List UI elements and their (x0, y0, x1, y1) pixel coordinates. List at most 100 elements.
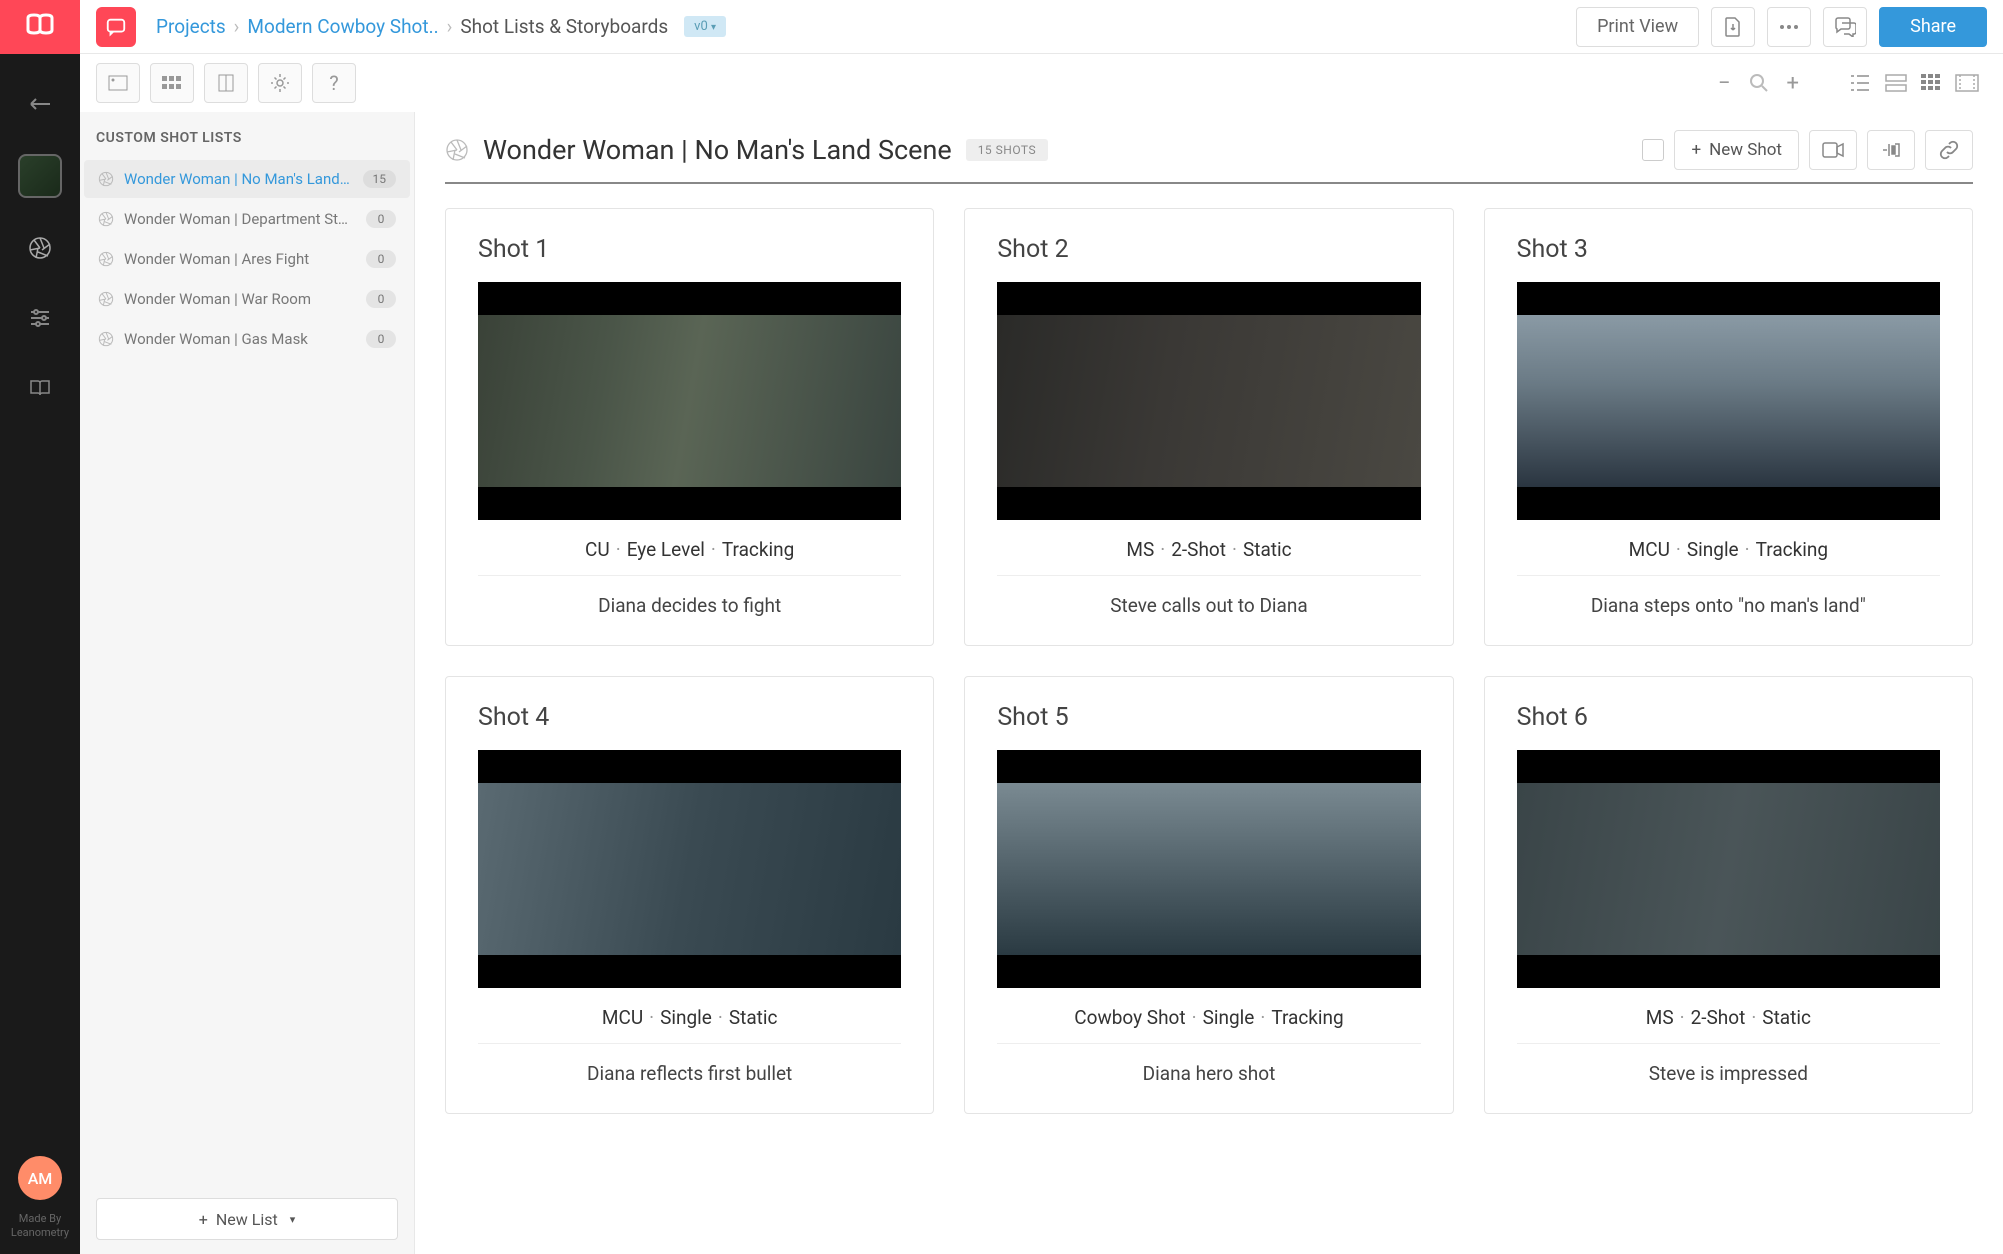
shot-thumbnail (1517, 750, 1940, 988)
sidebar-item-count: 15 (363, 170, 397, 188)
aperture-icon[interactable] (20, 228, 60, 268)
view-mode-controls (1849, 74, 1979, 92)
sidebar-item[interactable]: Wonder Woman | Ares Fight 0 (84, 240, 410, 278)
content: Wonder Woman | No Man's Land Scene 15 SH… (415, 112, 2003, 1254)
shot-description: Diana steps onto "no man's land" (1517, 576, 1940, 617)
link-icon[interactable] (1925, 130, 1973, 170)
sidebar-item-label: Wonder Woman | Department Store (124, 210, 356, 228)
back-arrow-icon[interactable] (20, 84, 60, 124)
grid-view-icon[interactable] (1921, 74, 1941, 92)
shot-description: Steve is impressed (1517, 1044, 1940, 1085)
insert-icon[interactable] (1867, 130, 1915, 170)
aperture-icon (98, 211, 114, 227)
zoom-in-icon[interactable]: + (1787, 71, 1799, 96)
aperture-icon (445, 138, 469, 162)
shot-thumbnail (997, 282, 1420, 520)
shot-meta: MCU·Single·Static (478, 988, 901, 1044)
shot-card[interactable]: Shot 3 MCU·Single·Tracking Diana steps o… (1484, 208, 1973, 646)
chevron-right-icon: › (234, 15, 240, 38)
aperture-icon (98, 251, 114, 267)
columns-icon[interactable] (204, 63, 248, 103)
shot-meta: MS·2-Shot·Static (1517, 988, 1940, 1044)
sidebar-item-label: Wonder Woman | Gas Mask (124, 330, 356, 348)
gear-icon[interactable] (258, 63, 302, 103)
list-view-icon[interactable] (1849, 74, 1871, 92)
shot-title: Shot 2 (997, 235, 1420, 264)
camera-icon[interactable] (1809, 130, 1857, 170)
shot-description: Diana reflects first bullet (478, 1044, 901, 1085)
shots-count-badge: 15 SHOTS (966, 139, 1048, 161)
shot-card[interactable]: Shot 1 CU·Eye Level·Tracking Diana decid… (445, 208, 934, 646)
sidebar-item-label: Wonder Woman | Ares Fight (124, 250, 356, 268)
content-title: Wonder Woman | No Man's Land Scene (483, 134, 952, 166)
grid-icon[interactable] (150, 63, 194, 103)
sidebar-item-label: Wonder Woman | War Room (124, 290, 356, 308)
zoom-controls: − + (1718, 71, 1799, 96)
comments-icon[interactable] (1823, 7, 1867, 47)
body: CUSTOM SHOT LISTS Wonder Woman | No Man'… (80, 112, 2003, 1254)
shot-meta: CU·Eye Level·Tracking (478, 520, 901, 576)
user-avatar[interactable]: AM (18, 1156, 62, 1200)
breadcrumb-projects[interactable]: Projects (156, 15, 226, 38)
sidebar-item[interactable]: Wonder Woman | Gas Mask 0 (84, 320, 410, 358)
aperture-icon (98, 331, 114, 347)
breadcrumb-current: Shot Lists & Storyboards (460, 15, 668, 38)
app-logo[interactable] (0, 0, 80, 54)
sidebar: CUSTOM SHOT LISTS Wonder Woman | No Man'… (80, 112, 415, 1254)
main-column: Projects › Modern Cowboy Shot.. › Shot L… (80, 0, 2003, 1254)
shot-title: Shot 6 (1517, 703, 1940, 732)
download-icon[interactable] (1711, 7, 1755, 47)
sidebar-item[interactable]: Wonder Woman | No Man's Land … 15 (84, 160, 410, 198)
shot-meta: MS·2-Shot·Static (997, 520, 1420, 576)
sliders-icon[interactable] (20, 298, 60, 338)
version-selector[interactable]: v0 ▾ (684, 16, 726, 37)
shot-title: Shot 5 (997, 703, 1420, 732)
sidebar-header: CUSTOM SHOT LISTS (80, 112, 414, 158)
shot-card[interactable]: Shot 2 MS·2-Shot·Static Steve calls out … (964, 208, 1453, 646)
select-all-checkbox[interactable] (1642, 139, 1664, 161)
share-button[interactable]: Share (1879, 7, 1987, 47)
shot-title: Shot 4 (478, 703, 901, 732)
rows-view-icon[interactable] (1885, 74, 1907, 92)
shot-title: Shot 1 (478, 235, 901, 264)
more-icon[interactable] (1767, 7, 1811, 47)
chat-icon[interactable] (96, 7, 136, 47)
sidebar-item-count: 0 (366, 330, 396, 348)
filmstrip-view-icon[interactable] (1955, 74, 1979, 92)
new-list-button[interactable]: + New List ▾ (96, 1198, 398, 1240)
zoom-reset-icon[interactable] (1749, 73, 1769, 93)
sidebar-item[interactable]: Wonder Woman | Department Store 0 (84, 200, 410, 238)
sidebar-item-count: 0 (366, 250, 396, 268)
content-header: Wonder Woman | No Man's Land Scene 15 SH… (445, 112, 1973, 184)
print-view-button[interactable]: Print View (1576, 7, 1699, 47)
project-thumbnail[interactable] (18, 154, 62, 198)
shot-card[interactable]: Shot 4 MCU·Single·Static Diana reflects … (445, 676, 934, 1114)
breadcrumb-project[interactable]: Modern Cowboy Shot.. (247, 15, 438, 38)
new-shot-button[interactable]: + New Shot (1674, 130, 1799, 170)
shot-thumbnail (1517, 282, 1940, 520)
aperture-icon (98, 291, 114, 307)
shot-title: Shot 3 (1517, 235, 1940, 264)
credit-text: Made ByLeanometry (11, 1212, 69, 1240)
shot-card[interactable]: Shot 6 MS·2-Shot·Static Steve is impress… (1484, 676, 1973, 1114)
book-icon[interactable] (20, 368, 60, 408)
sidebar-item-count: 0 (366, 210, 396, 228)
left-rail: AM Made ByLeanometry (0, 0, 80, 1254)
shot-thumbnail (997, 750, 1420, 988)
shot-thumbnail (478, 282, 901, 520)
shot-description: Diana decides to fight (478, 576, 901, 617)
sidebar-item-count: 0 (366, 290, 396, 308)
sidebar-item-label: Wonder Woman | No Man's Land … (124, 170, 353, 188)
breadcrumb: Projects › Modern Cowboy Shot.. › Shot L… (156, 15, 726, 38)
zoom-out-icon[interactable]: − (1718, 71, 1731, 96)
sidebar-item[interactable]: Wonder Woman | War Room 0 (84, 280, 410, 318)
frame-icon[interactable] (96, 63, 140, 103)
topbar: Projects › Modern Cowboy Shot.. › Shot L… (80, 0, 2003, 54)
help-icon[interactable]: ? (312, 63, 356, 103)
shot-description: Steve calls out to Diana (997, 576, 1420, 617)
aperture-icon (98, 171, 114, 187)
shot-meta: Cowboy Shot·Single·Tracking (997, 988, 1420, 1044)
shot-card[interactable]: Shot 5 Cowboy Shot·Single·Tracking Diana… (964, 676, 1453, 1114)
chevron-right-icon: › (447, 15, 453, 38)
toolbar: ? − + (80, 54, 2003, 112)
